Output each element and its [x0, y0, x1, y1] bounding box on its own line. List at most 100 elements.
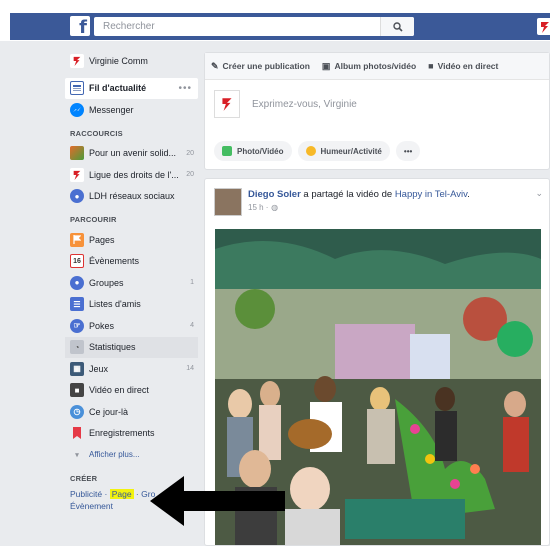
button-label: Photo/Vidéo [237, 146, 284, 156]
tab-live-video[interactable]: ■ Vidéo en direct [428, 61, 498, 71]
sidebar-item-label: Pokes [89, 320, 115, 331]
sidebar-item-pages[interactable]: Pages [65, 229, 198, 251]
insights-icon: ◔ [70, 340, 84, 355]
search-button[interactable] [380, 17, 414, 36]
post-end: . [467, 189, 470, 200]
messenger-icon [70, 102, 84, 117]
search-icon [392, 21, 403, 32]
groups-icon: ● [70, 275, 84, 290]
flag-icon [70, 232, 84, 247]
pencil-icon: ✎ [211, 60, 219, 71]
clock-icon: ◷ [70, 404, 84, 419]
sidebar-item-saved[interactable]: Enregistrements [65, 423, 198, 445]
author-avatar[interactable] [214, 188, 242, 216]
show-more-link[interactable]: ▾ Afficher plus... [65, 444, 198, 466]
post-verb: a partagé la vidéo de [300, 189, 395, 200]
shortcuts-heading: RACCOURCIS [70, 128, 123, 138]
ldh-logo-icon [70, 167, 84, 182]
sidebar-item-label: Messenger [89, 104, 134, 115]
games-icon: ▦ [70, 361, 84, 376]
notification-count: 4 [190, 322, 194, 330]
sidebar-item-groups[interactable]: ● Groupes 1 [65, 272, 198, 294]
composer-placeholder[interactable]: Exprimez-vous, Virginie [252, 99, 357, 110]
poke-icon: ☞ [70, 318, 84, 333]
sidebar-item-on-this-day[interactable]: ◷ Ce jour-là [65, 401, 198, 423]
more-options-icon[interactable]: ••• [178, 83, 192, 94]
create-ad-link[interactable]: Publicité [70, 489, 102, 499]
sidebar-profile-label: Virginie Comm [89, 55, 148, 66]
author-name-link[interactable]: Diego Soler [248, 189, 301, 200]
sidebar-item-label: Listes d'amis [89, 299, 141, 310]
sidebar-item-label: Pages [89, 234, 115, 245]
post-timestamp[interactable]: 15 h · [248, 203, 268, 212]
sidebar-item-messenger[interactable]: Messenger [65, 99, 198, 121]
tab-label: Vidéo en direct [437, 61, 499, 71]
header-bar: f [10, 13, 550, 40]
create-page-link[interactable]: Page [109, 488, 134, 499]
post-header: Diego Soler a partagé la vidéo de Happy … [214, 188, 470, 216]
sidebar-item-shortcut[interactable]: Ligue des droits de l'... 20 [65, 164, 198, 186]
notification-count: 1 [190, 279, 194, 287]
show-more-label: Afficher plus... [89, 450, 140, 460]
facebook-logo-icon[interactable]: f [70, 16, 90, 36]
button-label: Humeur/Activité [320, 146, 382, 156]
sidebar-item-label: Fil d'actualité [89, 83, 147, 94]
left-sidebar: Virginie Comm Fil d'actualité ••• Messen… [65, 50, 198, 512]
bookmark-icon [70, 426, 84, 440]
explore-heading: PARCOURIR [70, 215, 117, 224]
globe-icon: ◍ [271, 203, 279, 212]
sidebar-item-label: Ce jour-là [89, 406, 129, 417]
sidebar-item-label: Ligue des droits de l'... [89, 169, 179, 180]
search-input[interactable] [94, 17, 374, 36]
sidebar-item-label: Enregistrements [89, 428, 155, 439]
group-thumbnail-icon [70, 146, 84, 161]
sidebar-item-friend-lists[interactable]: ☰ Listes d'amis [65, 294, 198, 316]
ldh-logo-icon [541, 21, 549, 33]
sidebar-profile[interactable]: Virginie Comm [65, 50, 198, 72]
sidebar-item-pokes[interactable]: ☞ Pokes 4 [65, 315, 198, 337]
create-event-link[interactable]: Évènement [70, 501, 113, 511]
ldh-logo-icon [70, 53, 84, 68]
tab-create-post[interactable]: ✎ Créer une publication [211, 61, 310, 72]
sidebar-item-shortcut[interactable]: ● LDH réseaux sociaux [65, 186, 198, 208]
chevron-down-icon[interactable]: ⌄ [535, 188, 543, 199]
album-icon: ▣ [321, 60, 331, 71]
more-actions-button[interactable]: ••• [395, 141, 421, 161]
sidebar-item-insights[interactable]: ◔ Statistiques [65, 336, 198, 358]
live-video-icon: ■ [428, 61, 434, 71]
notification-count: 20 [186, 149, 194, 157]
sidebar-item-label: LDH réseaux sociaux [89, 191, 175, 202]
profile-avatar[interactable] [537, 18, 550, 35]
sidebar-item-label: Pour un avenir solid... [89, 148, 177, 159]
post-header-text: Diego Soler a partagé la vidéo de Happy … [248, 188, 470, 216]
more-label: ••• [403, 146, 413, 156]
tab-photo-album[interactable]: ▣ Album photos/vidéo [322, 61, 416, 72]
composer-tabs: ✎ Créer une publication ▣ Album photos/vid… [205, 53, 549, 80]
notification-count: 14 [186, 365, 194, 373]
page-link[interactable]: Happy in Tel-Aviv [395, 189, 467, 200]
sidebar-item-live-video[interactable]: ■ Vidéo en direct [65, 380, 198, 402]
sidebar-item-news-feed[interactable]: Fil d'actualité ••• [65, 77, 198, 99]
pointing-arrow-icon [150, 476, 285, 526]
group-icon: ● [70, 189, 84, 204]
photo-icon [222, 146, 232, 156]
chevron-down-icon: ▾ [75, 451, 79, 459]
sidebar-item-label: Vidéo en direct [89, 385, 149, 396]
feeling-activity-button[interactable]: Humeur/Activité [297, 141, 390, 161]
ldh-logo-icon [222, 98, 232, 111]
sidebar-item-events[interactable]: 16 Évènements [65, 251, 198, 273]
post-composer: ✎ Créer une publication ▣ Album photos/vid… [204, 52, 550, 170]
sidebar-item-label: Groupes [89, 277, 124, 288]
tab-label: Créer une publication [222, 61, 310, 71]
smiley-icon [305, 146, 316, 156]
user-avatar [214, 90, 240, 118]
sidebar-item-label: Statistiques [89, 342, 136, 353]
sidebar-item-games[interactable]: ▦ Jeux 14 [65, 358, 198, 380]
composer-actions: Photo/Vidéo Humeur/Activité ••• [214, 141, 426, 161]
composer-body[interactable]: Exprimez-vous, Virginie [205, 80, 549, 128]
sidebar-item-shortcut[interactable]: Pour un avenir solid... 20 [65, 143, 198, 165]
news-feed-icon [70, 81, 84, 96]
tab-label: Album photos/vidéo [334, 61, 417, 71]
top-bar: f [0, 0, 550, 41]
photo-video-button[interactable]: Photo/Vidéo [214, 141, 292, 161]
